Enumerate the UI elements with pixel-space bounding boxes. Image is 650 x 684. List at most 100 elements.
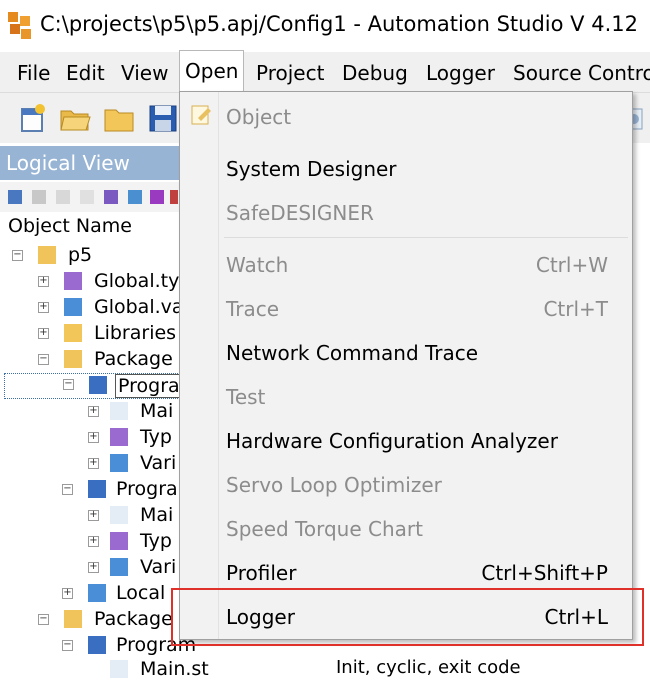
program-icon <box>89 376 107 394</box>
tree-item-package-2[interactable]: − Package <box>38 608 182 634</box>
datatype-icon <box>64 272 82 290</box>
menu-item-test[interactable]: Test <box>226 380 624 414</box>
object-name-column-header[interactable]: Object Name <box>8 215 132 237</box>
tree-item-variables[interactable]: + Vari <box>88 452 182 478</box>
tree-item-types[interactable]: + Typ <box>88 426 182 452</box>
window-title: C:\projects\p5\p5.apj/Config1 - Automati… <box>40 12 638 36</box>
expand-toggle-icon[interactable]: + <box>88 432 99 443</box>
folder-open-icon <box>64 350 82 368</box>
more-tools-icon[interactable] <box>170 190 178 204</box>
menu-item-system-designer[interactable]: System Designer <box>226 152 624 186</box>
tree-item-variables-2[interactable]: + Vari <box>88 556 182 582</box>
expand-toggle-icon[interactable]: + <box>62 588 73 599</box>
title-bar: C:\projects\p5\p5.apj/Config1 - Automati… <box>0 0 650 52</box>
tree-item-label: Local <box>116 582 166 604</box>
menu-item-shortcut: Ctrl+T <box>543 297 608 321</box>
collapse-toggle-icon[interactable]: − <box>63 379 74 390</box>
collapse-toggle-icon[interactable]: − <box>12 250 23 261</box>
folder-icon[interactable] <box>102 101 136 135</box>
menu-item-label: Object <box>226 105 292 129</box>
menu-logger[interactable]: Logger <box>421 58 500 88</box>
datatype-icon <box>110 428 128 446</box>
tree-item-label: Global.va <box>94 296 184 318</box>
variable-icon <box>88 584 106 602</box>
menu-source-control[interactable]: Source Contro <box>508 58 650 88</box>
tree-item-label: Vari <box>140 556 177 578</box>
menu-item-label: System Designer <box>226 157 397 181</box>
header-icon[interactable] <box>80 190 94 204</box>
menu-item-profiler[interactable]: Profiler Ctrl+Shift+P <box>226 556 624 590</box>
tree-item-p5[interactable]: − p5 <box>12 244 182 270</box>
menu-view[interactable]: View <box>116 58 173 88</box>
st-file-icon <box>110 506 128 524</box>
tree-item-libraries[interactable]: + Libraries <box>38 322 182 348</box>
new-project-icon[interactable] <box>16 101 50 135</box>
automation-studio-logo-icon <box>8 12 31 39</box>
expand-toggle-icon[interactable]: + <box>88 562 99 573</box>
menu-open[interactable]: Open <box>179 50 245 92</box>
tree-item-label: Progra <box>115 374 183 398</box>
folder-icon <box>64 324 82 342</box>
expand-toggle-icon[interactable]: + <box>38 328 49 339</box>
menu-item-object[interactable]: Object <box>226 100 624 134</box>
expand-toggle-icon[interactable]: + <box>88 458 99 469</box>
tree-item-label: p5 <box>68 244 93 266</box>
tree-item-program-2[interactable]: − Progra <box>62 478 182 504</box>
menu-item-trace[interactable]: Trace Ctrl+T <box>226 292 624 326</box>
tree-item-package[interactable]: − Package <box>38 348 182 374</box>
menu-item-label: Watch <box>226 253 289 277</box>
tree-item-label: Progra <box>116 478 178 500</box>
variable-icon <box>110 558 128 576</box>
menu-item-speed-torque-chart[interactable]: Speed Torque Chart <box>226 512 624 546</box>
datatype-icon[interactable] <box>104 190 118 204</box>
table-icon[interactable] <box>56 190 70 204</box>
collapse-toggle-icon[interactable]: − <box>62 484 73 495</box>
menu-item-network-command-trace[interactable]: Network Command Trace <box>226 336 624 370</box>
open-folder-icon[interactable] <box>58 101 92 135</box>
menu-edit[interactable]: Edit <box>61 58 110 88</box>
tree-item-label: Mai <box>140 400 174 422</box>
library-icon[interactable] <box>150 190 164 204</box>
logger-highlight-box <box>171 588 644 646</box>
save-icon[interactable] <box>146 101 180 135</box>
menu-item-shortcut: Ctrl+W <box>535 253 608 277</box>
collapse-toggle-icon[interactable]: − <box>38 354 49 365</box>
menu-item-label: SafeDESIGNER <box>226 201 374 225</box>
menu-item-hardware-configuration-analyzer[interactable]: Hardware Configuration Analyzer <box>226 424 624 458</box>
open-menu-dropdown: Object System Designer SafeDESIGNER Watc… <box>179 91 633 640</box>
menu-item-shortcut: Ctrl+Shift+P <box>481 561 608 585</box>
menu-item-servo-loop-optimizer[interactable]: Servo Loop Optimizer <box>226 468 624 502</box>
tree-item-main[interactable]: + Mai <box>88 400 182 426</box>
variable-icon[interactable] <box>128 190 142 204</box>
tree-item-label: Global.ty <box>94 270 180 292</box>
st-file-icon <box>110 660 128 678</box>
expand-toggle-icon[interactable]: + <box>88 536 99 547</box>
tree-item-label: Package <box>94 608 173 630</box>
expand-toggle-icon[interactable]: + <box>88 510 99 521</box>
menu-item-label: Servo Loop Optimizer <box>226 473 442 497</box>
tree-item-local[interactable]: + Local <box>62 582 182 608</box>
tree-item-main-2[interactable]: + Mai <box>88 504 182 530</box>
menu-project[interactable]: Project <box>251 58 329 88</box>
collapse-toggle-icon[interactable]: − <box>62 640 73 651</box>
tree-item-global-vars[interactable]: + Global.va <box>38 296 184 322</box>
collapse-toggle-icon[interactable]: − <box>38 614 49 625</box>
variable-icon <box>110 454 128 472</box>
menu-file[interactable]: File <box>12 58 55 88</box>
menu-item-safedesigner[interactable]: SafeDESIGNER <box>226 196 624 230</box>
tree-item-program-selected[interactable]: − Progra <box>4 373 184 399</box>
logical-view-toolbar <box>0 182 182 212</box>
expand-toggle-icon[interactable]: + <box>38 302 49 313</box>
menu-debug[interactable]: Debug <box>337 58 413 88</box>
tree-item-main-st[interactable]: Main.st <box>88 658 288 684</box>
logical-view-title: Logical View <box>0 146 182 180</box>
tree-item-types-2[interactable]: + Typ <box>88 530 182 556</box>
menu-item-watch[interactable]: Watch Ctrl+W <box>226 248 624 282</box>
cube-icon[interactable] <box>8 190 22 204</box>
tree-item-label: Vari <box>140 452 177 474</box>
expand-toggle-icon[interactable]: + <box>88 406 99 417</box>
expand-toggle-icon[interactable]: + <box>38 276 49 287</box>
program-icon <box>88 636 106 654</box>
tree-item-global-types[interactable]: + Global.ty <box>38 270 182 296</box>
list-icon[interactable] <box>32 190 46 204</box>
